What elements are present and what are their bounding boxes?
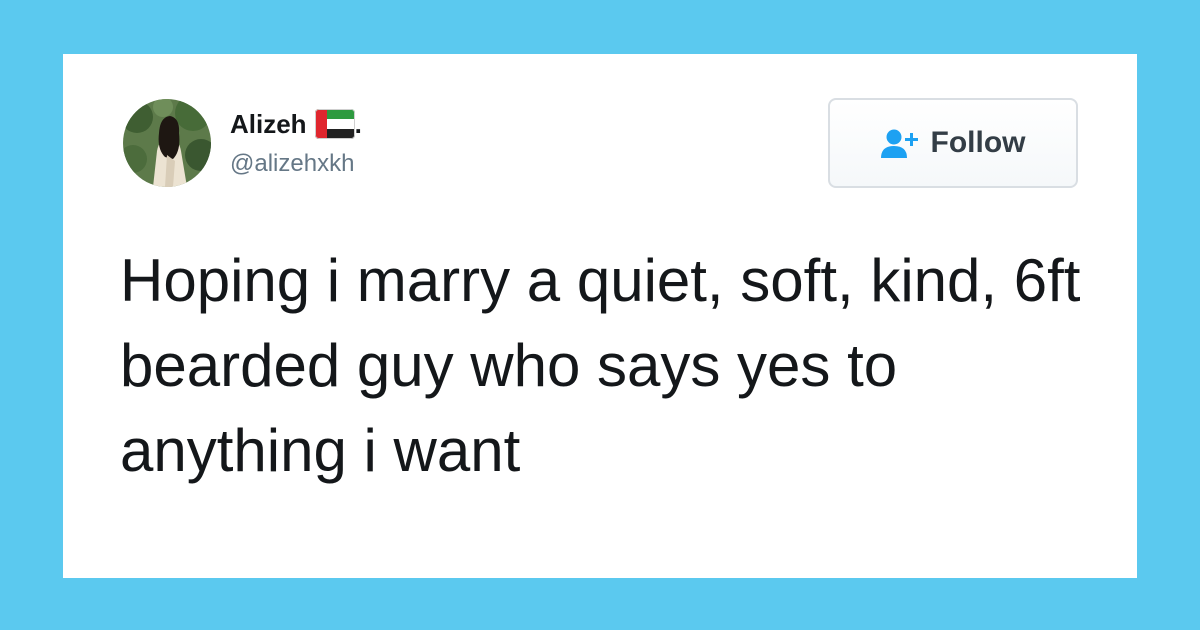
- display-name-suffix: .: [354, 109, 362, 139]
- tweet-text: Hoping i marry a quiet, soft, kind, 6ft …: [120, 247, 1081, 484]
- add-user-icon: [880, 128, 919, 158]
- avatar[interactable]: [123, 99, 211, 187]
- display-name-text: Alizeh: [230, 109, 307, 139]
- uae-flag-icon: [314, 109, 355, 139]
- user-handle[interactable]: @alizehxkh: [230, 148, 354, 180]
- follow-button[interactable]: Follow: [828, 98, 1078, 188]
- follow-button-label: Follow: [930, 126, 1026, 159]
- tweet-card: Alizeh . @alizehxkh Follow Hoping i marr…: [63, 54, 1137, 578]
- display-name[interactable]: Alizeh .: [230, 106, 362, 142]
